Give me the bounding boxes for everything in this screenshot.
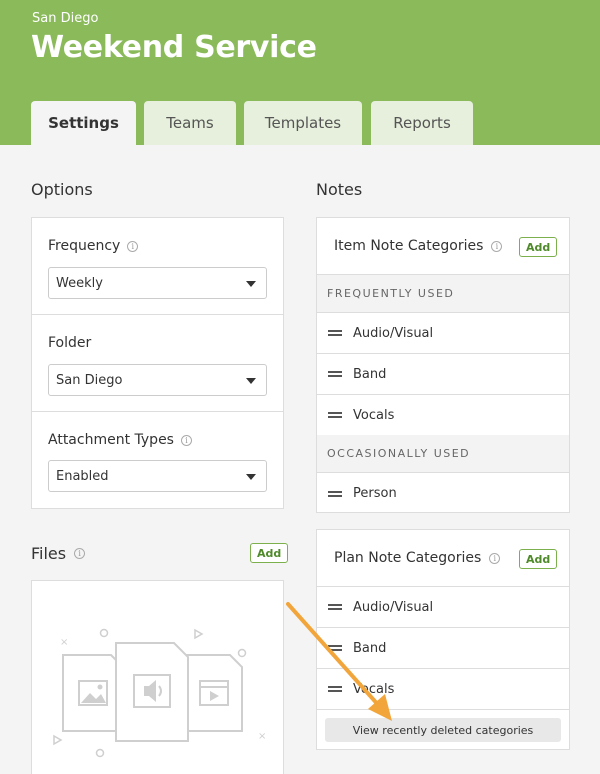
drag-handle-icon[interactable] bbox=[328, 490, 342, 497]
add-plan-note-category-button[interactable]: Add bbox=[519, 549, 558, 569]
list-item[interactable]: Band bbox=[317, 354, 569, 395]
list-item[interactable]: Audio/Visual bbox=[317, 313, 569, 354]
drag-handle-icon[interactable] bbox=[328, 645, 342, 651]
drag-handle-icon[interactable] bbox=[328, 604, 342, 610]
attachment-types-select[interactable]: Enabled bbox=[48, 460, 267, 492]
tab-label: Teams bbox=[166, 114, 214, 132]
group-header: OCCASIONALLY USED bbox=[317, 435, 569, 473]
empty-files-illustration: × × bbox=[53, 628, 266, 758]
info-icon[interactable]: i bbox=[74, 548, 86, 559]
plan-note-categories-title-text: Plan Note Categories bbox=[334, 550, 482, 566]
notes-heading: Notes bbox=[316, 180, 363, 199]
item-note-categories-card: Item Note Categories i Add FREQUENTLY US… bbox=[316, 217, 570, 513]
options-heading: Options bbox=[31, 180, 93, 199]
attachment-types-label: Attachment Types i bbox=[48, 432, 192, 448]
card-header: Plan Note Categories i Add bbox=[317, 530, 569, 587]
svg-text:×: × bbox=[60, 637, 68, 648]
add-file-button[interactable]: Add bbox=[250, 543, 289, 563]
plan-note-categories-title: Plan Note Categories i bbox=[334, 550, 501, 566]
add-item-note-category-button[interactable]: Add bbox=[519, 237, 558, 257]
list-item[interactable]: Vocals bbox=[317, 395, 569, 436]
category-label: Person bbox=[353, 486, 397, 501]
org-name: San Diego bbox=[32, 11, 99, 26]
drag-handle-icon[interactable] bbox=[328, 412, 342, 418]
category-label: Vocals bbox=[353, 681, 395, 697]
category-label: Audio/Visual bbox=[353, 599, 434, 615]
category-label: Band bbox=[353, 366, 387, 382]
folder-value: San Diego bbox=[56, 372, 123, 388]
divider bbox=[32, 314, 283, 315]
item-note-categories-title: Item Note Categories i bbox=[334, 238, 503, 254]
frequency-label: Frequency i bbox=[48, 238, 139, 254]
list-item[interactable]: Vocals bbox=[317, 669, 569, 710]
tab-reports[interactable]: Reports bbox=[371, 101, 473, 145]
view-deleted-categories-button[interactable]: View recently deleted categories bbox=[325, 718, 561, 742]
tab-teams[interactable]: Teams bbox=[144, 101, 236, 145]
files-heading-text: Files bbox=[31, 544, 67, 563]
info-icon[interactable]: i bbox=[127, 240, 139, 252]
page-header: San Diego Weekend Service Settings Teams… bbox=[0, 0, 600, 145]
tab-templates[interactable]: Templates bbox=[244, 101, 362, 145]
plan-note-categories-card: Plan Note Categories i Add Audio/Visual … bbox=[316, 529, 570, 750]
files-dropzone[interactable]: × × bbox=[31, 580, 284, 774]
category-label: Audio/Visual bbox=[353, 325, 434, 341]
info-icon[interactable]: i bbox=[489, 552, 501, 564]
category-label: Band bbox=[353, 640, 387, 656]
list-item[interactable]: Band bbox=[317, 628, 569, 669]
dropdown-caret-icon bbox=[246, 281, 256, 287]
tab-settings[interactable]: Settings bbox=[31, 101, 136, 145]
divider bbox=[32, 411, 283, 412]
folder-select[interactable]: San Diego bbox=[48, 364, 267, 396]
drag-handle-icon[interactable] bbox=[328, 371, 342, 377]
info-icon[interactable]: i bbox=[180, 434, 192, 446]
folder-label-text: Folder bbox=[48, 335, 92, 351]
frequency-select[interactable]: Weekly bbox=[48, 267, 267, 299]
category-label: Vocals bbox=[353, 407, 395, 423]
tab-label: Settings bbox=[48, 114, 119, 132]
dropdown-caret-icon bbox=[246, 474, 256, 480]
tab-label: Templates bbox=[264, 114, 342, 132]
files-heading: Files i bbox=[31, 544, 86, 563]
audio-file-icon bbox=[115, 642, 189, 742]
drag-handle-icon[interactable] bbox=[328, 686, 342, 692]
frequency-label-text: Frequency bbox=[48, 238, 121, 254]
video-file-icon bbox=[181, 654, 243, 732]
folder-label: Folder bbox=[48, 335, 91, 351]
image-file-icon bbox=[62, 654, 124, 732]
drag-handle-icon[interactable] bbox=[328, 330, 342, 336]
item-note-categories-title-text: Item Note Categories bbox=[334, 238, 484, 254]
dropdown-caret-icon bbox=[246, 378, 256, 384]
frequency-value: Weekly bbox=[56, 275, 103, 291]
tab-label: Reports bbox=[393, 114, 451, 132]
attachment-types-label-text: Attachment Types bbox=[48, 432, 174, 448]
card-header: Item Note Categories i Add bbox=[317, 218, 569, 275]
page-title: Weekend Service bbox=[31, 30, 317, 65]
list-item[interactable]: Audio/Visual bbox=[317, 587, 569, 628]
options-panel: Frequency i Weekly Folder San Diego Atta… bbox=[31, 217, 284, 509]
list-item[interactable]: Person bbox=[317, 473, 569, 514]
group-header: FREQUENTLY USED bbox=[317, 275, 569, 313]
info-icon[interactable]: i bbox=[491, 240, 503, 252]
attachment-types-value: Enabled bbox=[56, 468, 109, 484]
svg-text:×: × bbox=[258, 731, 266, 742]
